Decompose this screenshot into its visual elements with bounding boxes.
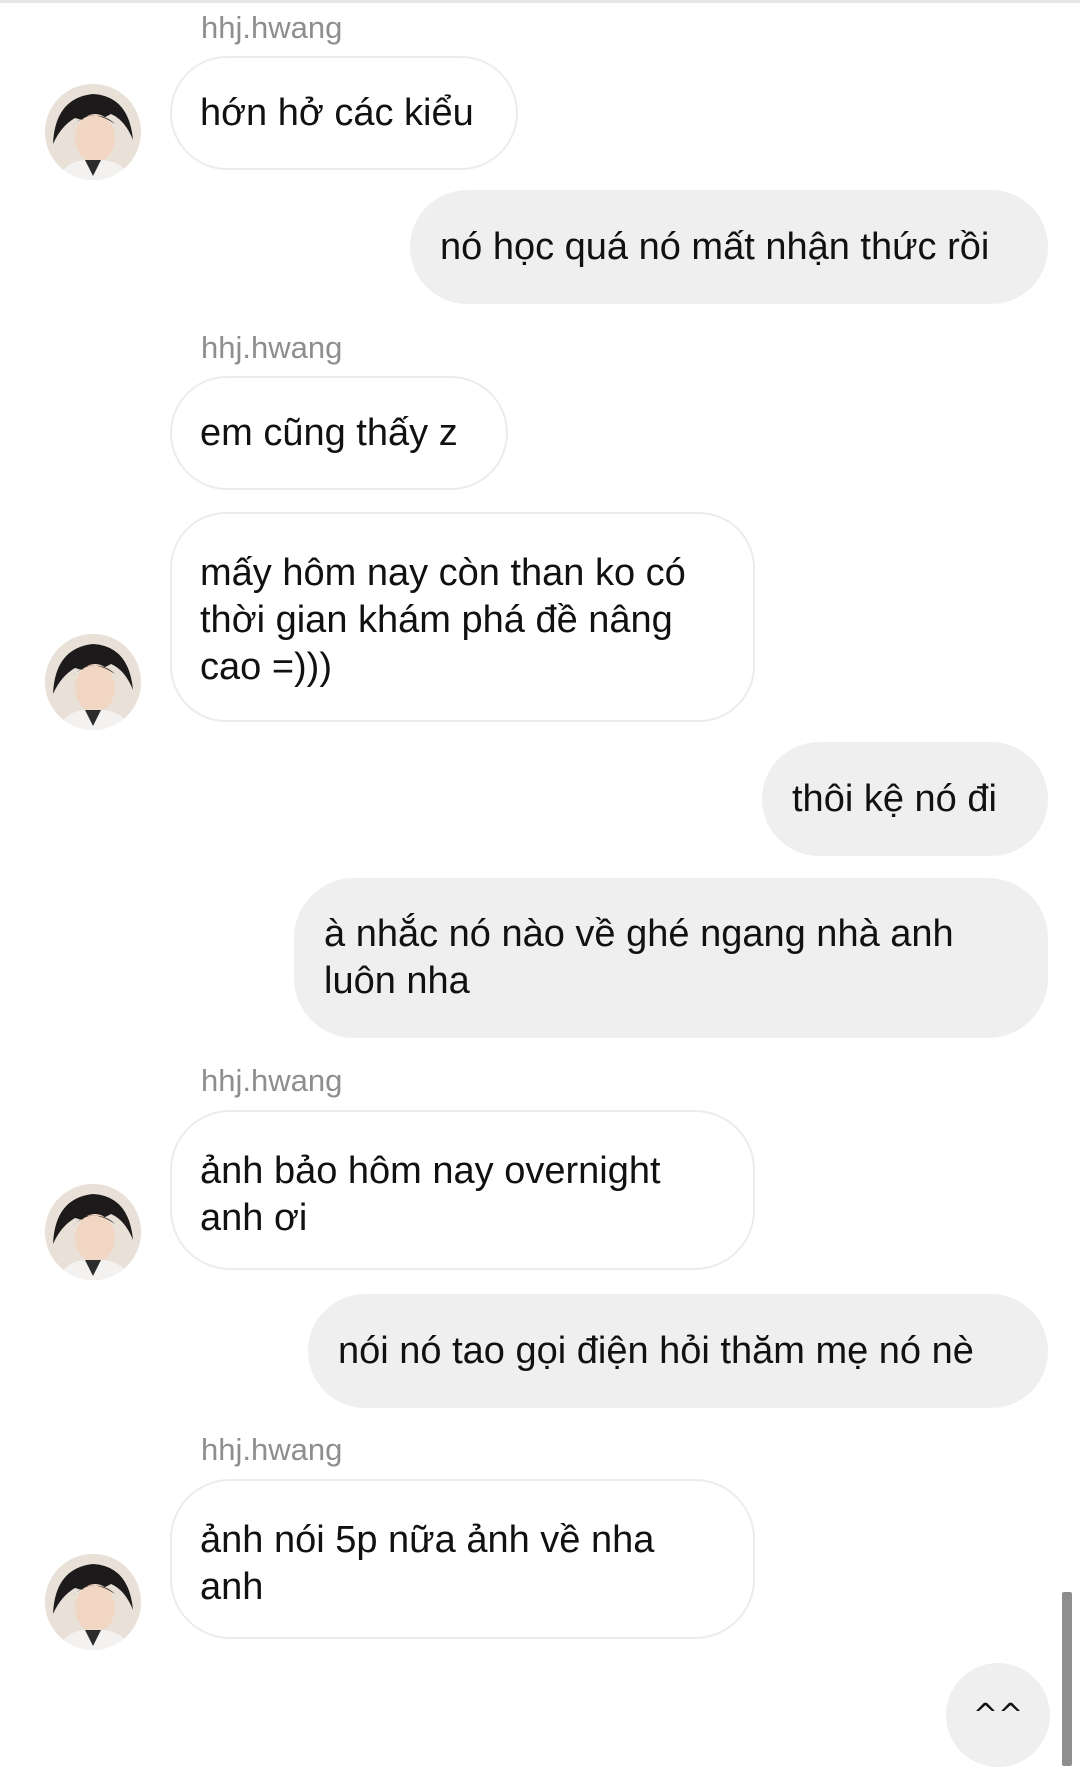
message-text: ảnh bảo hôm nay overnight anh ơi [200, 1150, 661, 1239]
quick-reaction-label: ^^ [972, 1697, 1024, 1733]
avatar-photo-icon [45, 1184, 141, 1280]
outgoing-message-bubble[interactable]: nói nó tao gọi điện hỏi thăm mẹ nó nè [308, 1294, 1048, 1408]
sender-name: hhj.hwang [201, 330, 343, 365]
message-text: mấy hôm nay còn than ko có thời gian khá… [200, 552, 686, 688]
incoming-message-bubble[interactable]: ảnh nói 5p nữa ảnh về nha anh [170, 1479, 755, 1639]
message-text: thôi kệ nó đi [792, 777, 997, 820]
sender-avatar[interactable] [45, 1184, 141, 1280]
incoming-message-bubble[interactable]: ảnh bảo hôm nay overnight anh ơi [170, 1110, 755, 1270]
outgoing-message-bubble[interactable]: thôi kệ nó đi [762, 742, 1048, 856]
sender-name: hhj.hwang [201, 10, 343, 45]
scrollbar-thumb[interactable] [1062, 1592, 1072, 1766]
message-text: à nhắc nó nào về ghé ngang nhà anh luôn … [324, 913, 954, 1002]
avatar-photo-icon [45, 84, 141, 180]
sender-avatar[interactable] [45, 1554, 141, 1650]
top-divider [0, 0, 1080, 3]
outgoing-message-bubble[interactable]: nó học quá nó mất nhận thức rồi [410, 190, 1048, 304]
outgoing-message-bubble[interactable]: à nhắc nó nào về ghé ngang nhà anh luôn … [294, 878, 1048, 1038]
sender-name: hhj.hwang [201, 1432, 343, 1467]
quick-reaction-button[interactable]: ^^ [946, 1663, 1050, 1767]
message-text: hớn hở các kiểu [200, 91, 474, 134]
incoming-message-bubble[interactable]: mấy hôm nay còn than ko có thời gian khá… [170, 512, 755, 722]
incoming-message-bubble[interactable]: hớn hở các kiểu [170, 56, 518, 170]
sender-name: hhj.hwang [201, 1063, 343, 1098]
avatar-photo-icon [45, 1554, 141, 1650]
message-text: em cũng thấy z [200, 411, 458, 454]
avatar-photo-icon [45, 634, 141, 730]
incoming-message-bubble[interactable]: em cũng thấy z [170, 376, 508, 490]
sender-avatar[interactable] [45, 634, 141, 730]
sender-avatar[interactable] [45, 84, 141, 180]
message-text: nó học quá nó mất nhận thức rồi [440, 225, 990, 268]
message-text: ảnh nói 5p nữa ảnh về nha anh [200, 1519, 655, 1608]
message-text: nói nó tao gọi điện hỏi thăm mẹ nó nè [338, 1329, 974, 1372]
